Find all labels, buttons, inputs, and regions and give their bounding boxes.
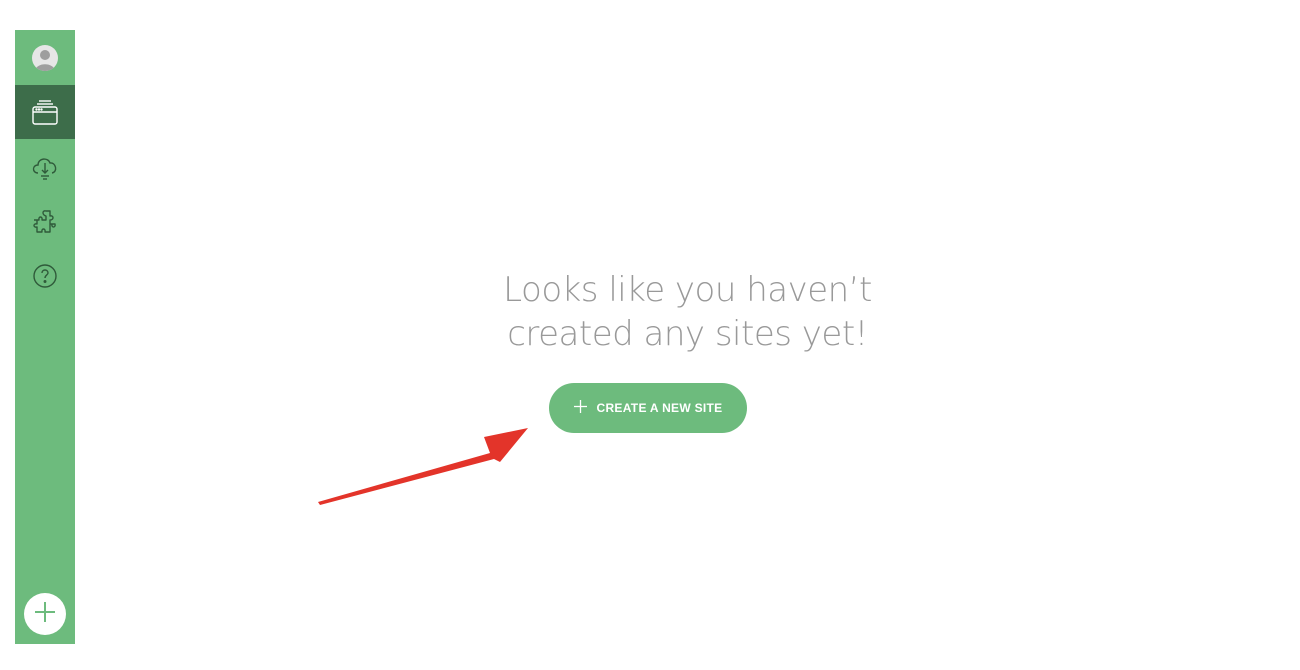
create-new-site-label: CREATE A NEW SITE (596, 401, 723, 415)
empty-state-title: Looks like you haven’t created any sites… (478, 268, 898, 356)
sidebar-item-extensions[interactable] (15, 195, 75, 249)
cloud-download-icon (29, 152, 61, 182)
sites-browser-icon (30, 97, 60, 127)
create-new-site-button[interactable]: CREATE A NEW SITE (549, 383, 747, 433)
empty-state-title-line-1: Looks like you haven’t (503, 270, 872, 310)
sidebar-item-help[interactable] (15, 249, 75, 303)
empty-state: Looks like you haven’t created any sites… (75, 268, 1300, 356)
puzzle-icon (30, 207, 60, 237)
plus-icon (573, 400, 587, 416)
sidebar-item-sites[interactable] (15, 85, 75, 139)
empty-state-title-line-2: created any sites yet! (507, 314, 868, 354)
sidebar (15, 30, 75, 644)
add-site-button[interactable] (24, 593, 66, 635)
user-avatar-icon (32, 44, 58, 71)
plus-icon (33, 600, 57, 629)
avatar-button[interactable] (15, 30, 75, 85)
sidebar-item-cloud[interactable] (15, 140, 75, 194)
question-icon (31, 262, 59, 290)
annotation-arrow-icon (318, 428, 528, 505)
